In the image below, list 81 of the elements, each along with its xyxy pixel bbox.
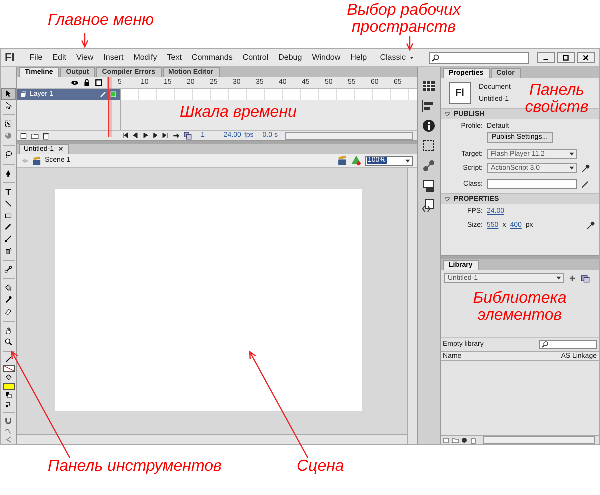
menu-item[interactable]: Control (238, 53, 274, 62)
collapse-triangle-icon (444, 196, 451, 202)
new-symbol-icon[interactable] (443, 436, 450, 444)
play-icon[interactable] (142, 132, 149, 139)
new-layer-icon[interactable] (20, 132, 28, 140)
menu-item[interactable]: Modify (128, 53, 162, 62)
annotation-label: Главное меню (48, 12, 154, 29)
annotation-label: Шкала времени (180, 104, 297, 121)
annotation-arrow (406, 35, 414, 52)
document-icon: Fl (449, 82, 471, 104)
caret-icon (555, 274, 563, 282)
menu-item[interactable]: Edit (48, 53, 72, 62)
search-field[interactable] (539, 340, 597, 349)
menu-item[interactable]: View (71, 53, 99, 62)
scrollbar[interactable] (407, 168, 417, 444)
pencil-icon[interactable] (4, 356, 14, 363)
onion-skin-icon[interactable] (184, 132, 192, 140)
annotation-arrow (81, 32, 89, 48)
search-field[interactable] (429, 52, 529, 64)
class-field[interactable] (487, 179, 577, 189)
scrollbar[interactable] (284, 132, 413, 140)
new-library-icon[interactable] (581, 274, 590, 282)
search-icon (542, 341, 549, 348)
search-icon (432, 54, 440, 62)
color-square-icon (110, 91, 117, 98)
stroke-color-swatch[interactable] (2, 364, 14, 372)
annotation-label: Библиотека элементов (472, 290, 568, 324)
edit-symbols-icon[interactable] (351, 155, 362, 166)
nodes-icon[interactable] (422, 159, 436, 173)
outline-icon[interactable] (95, 78, 103, 86)
caret-icon (409, 54, 415, 60)
trash-icon[interactable] (42, 132, 50, 140)
step-forward-icon[interactable] (152, 132, 159, 139)
maximize-button[interactable] (557, 52, 575, 63)
maximize-icon (562, 54, 570, 62)
default-colors-icon[interactable] (4, 392, 14, 399)
swap-colors-icon[interactable] (4, 400, 14, 408)
close-button[interactable] (577, 52, 595, 63)
wrench-icon[interactable] (581, 164, 590, 172)
annotation-label: Панель инструментов (48, 458, 222, 475)
grid-icon[interactable] (422, 79, 436, 93)
loop-icon[interactable] (172, 132, 181, 140)
annotation-label: Выбор рабочих пространств (346, 2, 462, 36)
align-icon[interactable] (422, 99, 436, 113)
scrollbar[interactable] (483, 436, 595, 444)
first-frame-icon[interactable] (122, 132, 129, 139)
workspace-switcher[interactable]: Classic (374, 52, 421, 63)
pencil-icon[interactable] (581, 180, 590, 188)
menu-item[interactable]: Window (307, 53, 346, 62)
menu-item[interactable]: File (24, 53, 48, 62)
layer-icon (20, 91, 27, 98)
bone-icon[interactable] (2, 264, 15, 274)
close-icon[interactable] (58, 146, 64, 152)
magnet-icon[interactable] (3, 416, 14, 425)
menu-item[interactable]: Help (346, 53, 372, 62)
minimize-button[interactable] (537, 52, 555, 63)
wrench-icon[interactable] (586, 221, 595, 230)
clapperboard-icon (32, 156, 42, 166)
menu-item[interactable]: Text (162, 53, 187, 62)
app-logo: Fl (5, 52, 15, 64)
folder-icon[interactable] (452, 436, 459, 444)
scrollbar[interactable] (17, 434, 407, 444)
transform-icon[interactable] (422, 139, 436, 153)
edit-scene-icon[interactable] (337, 155, 348, 166)
menu-item[interactable]: Insert (98, 53, 129, 62)
code-snippet-icon[interactable] (422, 199, 436, 213)
annotation-label: Сцена (297, 458, 344, 475)
menu-item[interactable]: Commands (186, 53, 238, 62)
collapse-triangle-icon (444, 110, 451, 118)
pencil-icon (100, 91, 107, 98)
fill-color-swatch[interactable] (2, 382, 14, 390)
curve-icon[interactable] (3, 426, 14, 434)
step-back-icon[interactable] (132, 132, 139, 139)
playhead[interactable] (108, 77, 112, 137)
bucket-icon[interactable] (4, 374, 14, 381)
menu-item[interactable]: Debug (274, 53, 308, 62)
eye-icon[interactable] (71, 78, 79, 86)
lock-icon[interactable] (83, 78, 91, 86)
close-icon (582, 54, 590, 62)
components-icon[interactable] (422, 179, 436, 193)
last-frame-icon[interactable] (162, 132, 169, 139)
